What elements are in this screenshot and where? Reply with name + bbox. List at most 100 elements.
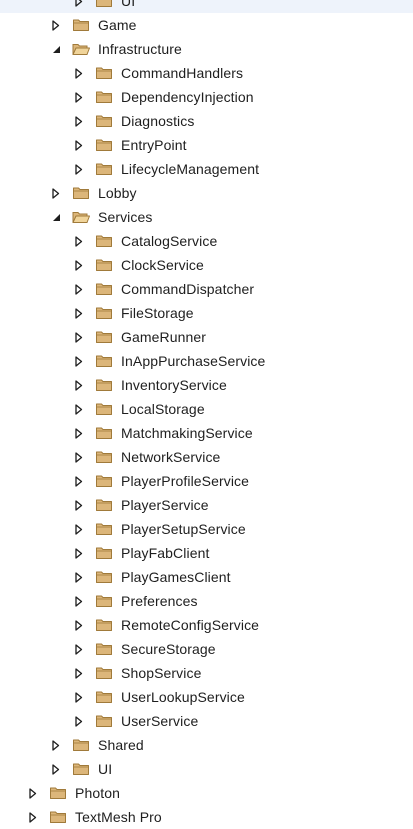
folder-icon [72,210,90,224]
tree-item-label: UI [98,761,113,777]
chevron-right-icon[interactable] [73,541,85,565]
tree-item-inventoryservice[interactable]: InventoryService [0,373,413,397]
tree-item-clockservice[interactable]: ClockService [0,253,413,277]
tree-item-textmesh-pro[interactable]: TextMesh Pro [0,805,413,829]
chevron-right-icon[interactable] [73,301,85,325]
tree-item-label: Diagnostics [121,113,195,129]
chevron-right-icon[interactable] [73,469,85,493]
chevron-right-icon[interactable] [73,61,85,85]
folder-icon [95,522,113,536]
folder-icon [95,330,113,344]
tree-item-filestorage[interactable]: FileStorage [0,301,413,325]
tree-item-userservice[interactable]: UserService [0,709,413,733]
tree-item-playfabclient[interactable]: PlayFabClient [0,541,413,565]
tree-item-lobby[interactable]: Lobby [0,181,413,205]
chevron-right-icon[interactable] [73,637,85,661]
tree-item-localstorage[interactable]: LocalStorage [0,397,413,421]
folder-icon [95,690,113,704]
chevron-right-icon[interactable] [73,589,85,613]
folder-icon [95,282,113,296]
chevron-right-icon[interactable] [73,493,85,517]
chevron-right-icon[interactable] [73,661,85,685]
folder-icon [95,546,113,560]
tree-item-catalogservice[interactable]: CatalogService [0,229,413,253]
chevron-right-icon[interactable] [50,181,62,205]
folder-icon [95,114,113,128]
chevron-right-icon[interactable] [73,133,85,157]
tree-item-dependencyinjection[interactable]: DependencyInjection [0,85,413,109]
tree-item-playerservice[interactable]: PlayerService [0,493,413,517]
chevron-right-icon[interactable] [50,13,62,37]
tree-item-entrypoint[interactable]: EntryPoint [0,133,413,157]
chevron-right-icon[interactable] [73,253,85,277]
chevron-right-icon[interactable] [73,445,85,469]
tree-item-label: SecureStorage [121,641,216,657]
tree-item-securestorage[interactable]: SecureStorage [0,637,413,661]
folder-icon [72,42,90,56]
chevron-right-icon[interactable] [73,709,85,733]
chevron-right-icon[interactable] [73,229,85,253]
tree-item-commandhandlers[interactable]: CommandHandlers [0,61,413,85]
chevron-right-icon[interactable] [73,157,85,181]
tree-item-label: UserLookupService [121,689,245,705]
folder-icon [95,714,113,728]
tree-item-preferences[interactable]: Preferences [0,589,413,613]
chevron-right-icon[interactable] [73,397,85,421]
folder-icon [95,498,113,512]
chevron-right-icon[interactable] [73,325,85,349]
folder-icon [95,306,113,320]
tree-item-label: Photon [75,785,120,801]
tree-item-shopservice[interactable]: ShopService [0,661,413,685]
chevron-right-icon[interactable] [73,0,85,13]
tree-item-lifecyclemanagement[interactable]: LifecycleManagement [0,157,413,181]
chevron-right-icon[interactable] [50,757,62,781]
chevron-right-icon[interactable] [73,685,85,709]
chevron-right-icon[interactable] [27,781,39,805]
tree-item-commanddispatcher[interactable]: CommandDispatcher [0,277,413,301]
tree-item-photon[interactable]: Photon [0,781,413,805]
tree-item-matchmakingservice[interactable]: MatchmakingService [0,421,413,445]
tree-item-remoteconfigservice[interactable]: RemoteConfigService [0,613,413,637]
chevron-right-icon[interactable] [73,517,85,541]
tree-item-label: CommandDispatcher [121,281,255,297]
chevron-right-icon[interactable] [73,565,85,589]
folder-icon [95,162,113,176]
tree-item-shared[interactable]: Shared [0,733,413,757]
folder-icon [49,810,67,824]
tree-item-ui[interactable]: UI [0,757,413,781]
folder-icon [95,354,113,368]
tree-item-label: PlayerService [121,497,209,513]
chevron-right-icon[interactable] [73,373,85,397]
tree-item-label: Preferences [121,593,198,609]
tree-item-diagnostics[interactable]: Diagnostics [0,109,413,133]
chevron-down-icon[interactable] [50,37,62,61]
chevron-down-icon[interactable] [50,205,62,229]
tree-item-label: InAppPurchaseService [121,353,266,369]
chevron-right-icon[interactable] [73,613,85,637]
tree-item-ui[interactable]: UI [0,0,413,13]
tree-item-playerprofileservice[interactable]: PlayerProfileService [0,469,413,493]
tree-item-infrastructure[interactable]: Infrastructure [0,37,413,61]
solution-explorer-tree: UI Game Infrastructure CommandHandlers Depen… [0,0,413,829]
chevron-right-icon[interactable] [27,805,39,829]
tree-item-networkservice[interactable]: NetworkService [0,445,413,469]
chevron-right-icon[interactable] [73,85,85,109]
tree-item-label: Shared [98,737,144,753]
tree-item-userlookupservice[interactable]: UserLookupService [0,685,413,709]
tree-item-services[interactable]: Services [0,205,413,229]
chevron-right-icon[interactable] [73,277,85,301]
chevron-right-icon[interactable] [73,109,85,133]
tree-item-label: EntryPoint [121,137,187,153]
chevron-right-icon[interactable] [73,421,85,445]
folder-icon [95,666,113,680]
tree-item-game[interactable]: Game [0,13,413,37]
tree-item-playersetupservice[interactable]: PlayerSetupService [0,517,413,541]
folder-icon [95,378,113,392]
tree-item-label: ClockService [121,257,204,273]
chevron-right-icon[interactable] [50,733,62,757]
tree-item-gamerunner[interactable]: GameRunner [0,325,413,349]
tree-item-label: MatchmakingService [121,425,253,441]
tree-item-inapppurchaseservice[interactable]: InAppPurchaseService [0,349,413,373]
tree-item-playgamesclient[interactable]: PlayGamesClient [0,565,413,589]
chevron-right-icon[interactable] [73,349,85,373]
